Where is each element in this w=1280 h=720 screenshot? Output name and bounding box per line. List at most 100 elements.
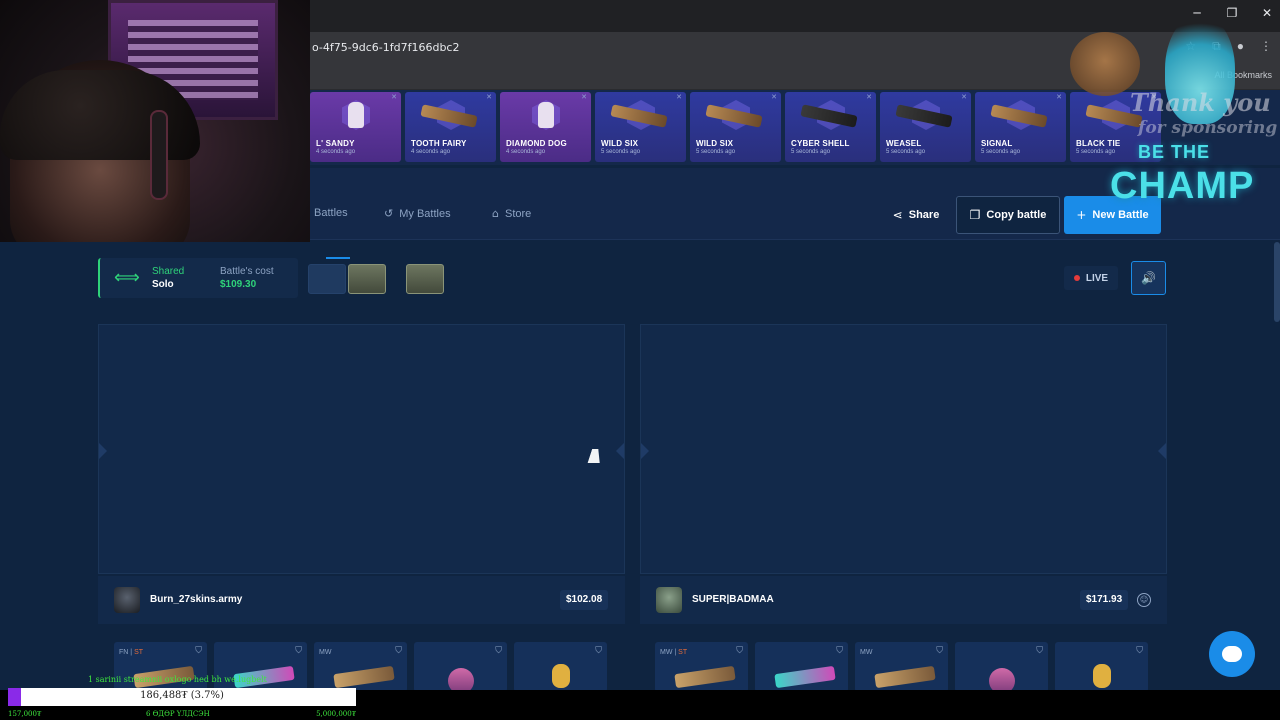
item-condition: FN | ST — [119, 649, 144, 656]
sound-toggle-button[interactable]: 🔊 — [1131, 261, 1166, 295]
url-text[interactable]: o-4f75-9dc6-1fd7f166dbc2 — [312, 41, 459, 54]
live-badge: LIVE — [1064, 266, 1118, 290]
close-icon: ✕ — [771, 94, 777, 101]
donation-max: 5,000,000₮ — [316, 710, 356, 718]
overlay-be-the: BE THE — [1138, 142, 1211, 162]
sponsor-mascot-icon — [1070, 32, 1140, 96]
overlay-champ: CHAMP — [1110, 165, 1255, 207]
shield-icon: ⛉ — [295, 646, 302, 656]
live-label: LIVE — [1085, 272, 1109, 284]
live-drop-card[interactable]: ✕ WILD SIX 5 seconds ago — [595, 92, 686, 162]
drop-time: 5 seconds ago — [886, 149, 926, 155]
won-item-card[interactable]: ⛉ — [955, 642, 1048, 692]
drop-name: DIAMOND DOG — [506, 139, 567, 148]
battle-cost-label: Battle's cost — [220, 266, 274, 277]
player-bar-right: SUPER|BADMAA $171.93 ☺ — [640, 576, 1167, 624]
page-scrollbar[interactable] — [1274, 242, 1280, 322]
case-progress-indicator — [326, 257, 350, 259]
won-item-card[interactable]: ⛉ — [1055, 642, 1148, 692]
agent-figure-icon — [348, 102, 364, 128]
close-icon: ✕ — [866, 94, 872, 101]
item-image-icon — [674, 665, 736, 689]
close-icon: ✕ — [676, 94, 682, 101]
donation-goal-widget: 1 sarinii streamnii oxlogo hed bh we.lug… — [0, 672, 360, 720]
live-drop-card[interactable]: ✕ TOOTH FAIRY 4 seconds ago — [405, 92, 496, 162]
battle-mode-card: ⟺ Shared Solo Battle's cost $109.30 — [98, 258, 298, 298]
item-image-icon — [1093, 664, 1111, 688]
case-icon[interactable] — [308, 264, 346, 294]
speaker-icon: 🔊 — [1141, 271, 1156, 285]
live-drop-card[interactable]: ✕ WEASEL 5 seconds ago — [880, 92, 971, 162]
close-icon: ✕ — [486, 94, 492, 101]
nav-my-battles[interactable]: ↺ My Battles — [384, 207, 451, 220]
shield-icon: ⛉ — [836, 646, 843, 656]
handshake-icon: ⟺ — [114, 267, 140, 288]
share-icon: ⋖ — [892, 208, 903, 222]
share-label: Share — [908, 209, 940, 221]
drop-name: WILD SIX — [696, 139, 734, 148]
drop-name: TOOTH FAIRY — [411, 139, 467, 148]
won-item-card[interactable]: ⛉ — [755, 642, 848, 692]
copy-battle-button[interactable]: ❐ Copy battle — [956, 196, 1060, 234]
nav-battles[interactable]: Battles — [314, 207, 348, 219]
close-icon: ✕ — [391, 94, 397, 101]
mode-solo: Solo — [152, 279, 174, 290]
basket-icon: ⌂ — [492, 207, 499, 220]
close-icon: ✕ — [581, 94, 587, 101]
screen: ─ ❐ ✕ o-4f75-9dc6-1fd7f166dbc2 ☆ ⧉ ● ⋮ A… — [0, 0, 1280, 720]
shield-icon: ⛉ — [736, 646, 743, 656]
drop-name: WEASEL — [886, 139, 922, 148]
nav-my-battles-label: My Battles — [399, 207, 451, 220]
battle-cost-value: $109.30 — [220, 279, 257, 290]
won-item-card[interactable]: MW | ST ⛉ — [655, 642, 748, 692]
headset-icon — [150, 110, 168, 200]
live-drop-card[interactable]: ✕ DIAMOND DOG 4 seconds ago — [500, 92, 591, 162]
avatar[interactable] — [114, 587, 140, 613]
live-drop-card[interactable]: ✕ L' SANDY 4 seconds ago — [310, 92, 401, 162]
drop-name: L' SANDY — [316, 139, 355, 148]
copy-icon: ❐ — [969, 208, 981, 222]
emoji-icon[interactable]: ☺ — [1137, 593, 1151, 607]
chat-support-button[interactable] — [1209, 631, 1255, 677]
drop-time: 5 seconds ago — [696, 149, 736, 155]
donation-min: 157,000₮ — [8, 710, 42, 718]
won-item-card[interactable]: MW ⛉ — [855, 642, 948, 692]
drop-time: 4 seconds ago — [506, 149, 546, 155]
reel-marker-left-icon — [99, 443, 107, 459]
player-total-value: $102.08 — [560, 590, 609, 610]
case-icon[interactable] — [406, 264, 444, 294]
nav-store[interactable]: ⌂ Store — [492, 207, 531, 220]
drop-time: 4 seconds ago — [316, 149, 356, 155]
live-dot-icon — [1073, 275, 1080, 281]
item-condition: MW | ST — [660, 649, 688, 656]
player-name[interactable]: SUPER|BADMAA — [692, 594, 774, 605]
shield-icon: ⛉ — [1136, 646, 1143, 656]
avatar[interactable] — [656, 587, 682, 613]
drop-time: 5 seconds ago — [601, 149, 641, 155]
won-item-card[interactable]: ⛉ — [514, 642, 607, 692]
share-button[interactable]: ⋖ Share — [888, 196, 944, 234]
webcam-overlay — [0, 0, 310, 242]
donation-ticks: 157,000₮ 6 ӨДӨР ҮЛДСЭН 5,000,000₮ — [8, 710, 356, 720]
player-total-value: $171.93 — [1080, 590, 1129, 610]
shield-icon: ⛉ — [195, 646, 202, 656]
live-drop-card[interactable]: ✕ WILD SIX 5 seconds ago — [690, 92, 781, 162]
streamer-hair — [0, 70, 200, 160]
close-icon: ✕ — [961, 94, 967, 101]
item-image-icon — [552, 664, 570, 688]
battle-reel-right — [640, 324, 1167, 574]
sponsor-overlay: Thank you for sponsoring me. BE THE CHAM… — [1050, 14, 1280, 214]
won-item-card[interactable]: ⛉ — [414, 642, 507, 692]
drop-name: CYBER SHELL — [791, 139, 850, 148]
reel-marker-left-icon — [641, 443, 649, 459]
item-image-icon — [774, 665, 836, 689]
shield-icon: ⛉ — [1036, 646, 1043, 656]
donation-progress-bar: 186,488₮ (3.7%) — [8, 688, 356, 706]
drop-time: 5 seconds ago — [981, 149, 1021, 155]
item-condition: MW — [860, 649, 873, 656]
live-drop-card[interactable]: ✕ CYBER SHELL 5 seconds ago — [785, 92, 876, 162]
shield-icon: ⛉ — [595, 646, 602, 656]
donation-message: 1 sarinii streamnii oxlogo hed bh we.lug… — [88, 675, 267, 684]
player-name[interactable]: Burn_27skins.army — [150, 594, 242, 605]
case-icon[interactable] — [348, 264, 386, 294]
